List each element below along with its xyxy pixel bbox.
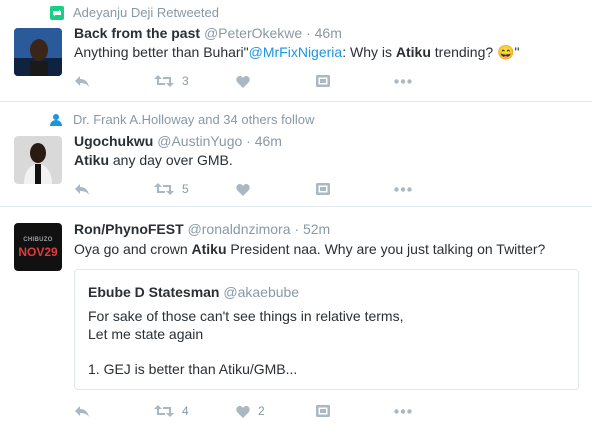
text-segment: President naa. Why are you just talking … xyxy=(226,241,546,257)
text-segment: Anything better than Buhari" xyxy=(74,44,249,60)
dm-icon xyxy=(316,75,330,87)
reply-icon xyxy=(75,184,89,195)
direct-message-button[interactable] xyxy=(316,71,330,91)
like-icon xyxy=(236,183,250,196)
timestamp[interactable]: 46m xyxy=(255,133,282,149)
tweet-header: Ugochukwu @AustinYugo · 46m xyxy=(74,133,282,149)
follow-context-icon xyxy=(50,113,64,127)
quoted-text-line: 1. GEJ is better than Atiku/GMB... xyxy=(88,361,298,377)
retweet-icon xyxy=(154,183,174,195)
like-count: 2 xyxy=(258,404,265,418)
emoji: 😄 xyxy=(497,44,515,60)
tweet-2[interactable]: Dr. Frank A.Holloway and 34 others follo… xyxy=(0,102,592,207)
tweet-actions: 5 xyxy=(74,179,434,199)
more-button[interactable] xyxy=(394,179,412,199)
timestamp[interactable]: 52m xyxy=(303,221,330,237)
tweet-1[interactable]: Adeyanju Deji Retweeted Back from the pa… xyxy=(0,0,592,102)
quoted-username[interactable]: @akaebube xyxy=(223,284,299,300)
like-button[interactable]: 2 xyxy=(236,401,265,421)
retweet-button[interactable]: 5 xyxy=(154,179,189,199)
more-button[interactable] xyxy=(394,71,412,91)
separator: · xyxy=(246,133,251,149)
quoted-header: Ebube D Statesman @akaebube xyxy=(88,284,299,300)
tweet-header: Ron/PhynoFEST @ronaldnzimora · 52m xyxy=(74,221,330,237)
text-segment: : Why is xyxy=(342,44,396,60)
direct-message-button[interactable] xyxy=(316,401,330,421)
retweet-button[interactable]: 4 xyxy=(154,401,189,421)
tweet-header: Back from the past @PeterOkekwe · 46m xyxy=(74,25,342,41)
separator: · xyxy=(306,25,311,41)
like-icon xyxy=(236,75,250,88)
more-icon xyxy=(394,186,412,192)
dm-icon xyxy=(316,183,330,195)
like-button[interactable] xyxy=(236,179,250,199)
username[interactable]: @ronaldnzimora xyxy=(188,221,291,237)
highlight-term: Atiku xyxy=(74,152,109,168)
like-icon xyxy=(236,405,250,418)
reply-icon xyxy=(75,406,89,417)
avatar[interactable] xyxy=(14,28,62,76)
quoted-text-line: For sake of those can't see things in re… xyxy=(88,308,404,324)
retweet-context-icon xyxy=(50,6,64,20)
retweet-count: 4 xyxy=(182,404,189,418)
display-name[interactable]: Back from the past xyxy=(74,25,200,41)
username[interactable]: @AustinYugo xyxy=(157,133,242,149)
display-name[interactable]: Ugochukwu xyxy=(74,133,153,149)
quoted-display-name[interactable]: Ebube D Statesman xyxy=(88,284,219,300)
timestamp[interactable]: 46m xyxy=(315,25,342,41)
text-segment: Oya go and crown xyxy=(74,241,192,257)
dm-icon xyxy=(316,405,330,417)
display-name[interactable]: Ron/PhynoFEST xyxy=(74,221,184,237)
retweet-count: 5 xyxy=(182,182,189,196)
avatar-caption-bottom: NOV29 xyxy=(18,245,58,259)
quoted-text-line: Let me state again xyxy=(88,326,204,342)
retweet-count: 3 xyxy=(182,74,189,88)
quoted-tweet[interactable]: Ebube D Statesman @akaebube For sake of … xyxy=(74,269,579,390)
reply-button[interactable] xyxy=(74,71,90,91)
direct-message-button[interactable] xyxy=(316,179,330,199)
reply-button[interactable] xyxy=(74,401,90,421)
tweet-actions: 4 2 xyxy=(74,401,434,421)
tweet-text: Oya go and crown Atiku President naa. Wh… xyxy=(74,239,545,259)
text-segment: any day over GMB. xyxy=(109,152,233,168)
separator: · xyxy=(294,221,300,237)
follow-context[interactable]: Dr. Frank A.Holloway and 34 others follo… xyxy=(73,112,314,127)
reply-button[interactable] xyxy=(74,179,90,199)
retweet-icon xyxy=(154,75,174,87)
more-icon xyxy=(394,408,412,414)
highlight-term: Atiku xyxy=(191,241,227,257)
highlight-term: Atiku xyxy=(395,44,431,60)
like-button[interactable] xyxy=(236,71,250,91)
mention-link[interactable]: @MrFixNigeria xyxy=(249,44,343,60)
avatar-caption-top: CHIBUZO xyxy=(23,237,53,243)
tweet-text: Anything better than Buhari"@MrFixNigeri… xyxy=(74,42,519,62)
retweet-button[interactable]: 3 xyxy=(154,71,189,91)
more-button[interactable] xyxy=(394,401,412,421)
username[interactable]: @PeterOkekwe xyxy=(204,25,302,41)
retweet-context[interactable]: Adeyanju Deji Retweeted xyxy=(73,5,219,20)
tweet-actions: 3 xyxy=(74,71,434,91)
retweet-icon xyxy=(154,405,174,417)
tweet-text: Atiku any day over GMB. xyxy=(74,150,233,170)
reply-icon xyxy=(75,76,89,87)
text-segment: trending? xyxy=(430,44,498,60)
more-icon xyxy=(394,78,412,84)
avatar[interactable] xyxy=(14,136,62,184)
avatar[interactable]: CHIBUZO NOV29 xyxy=(14,223,62,271)
text-segment: " xyxy=(514,44,520,60)
